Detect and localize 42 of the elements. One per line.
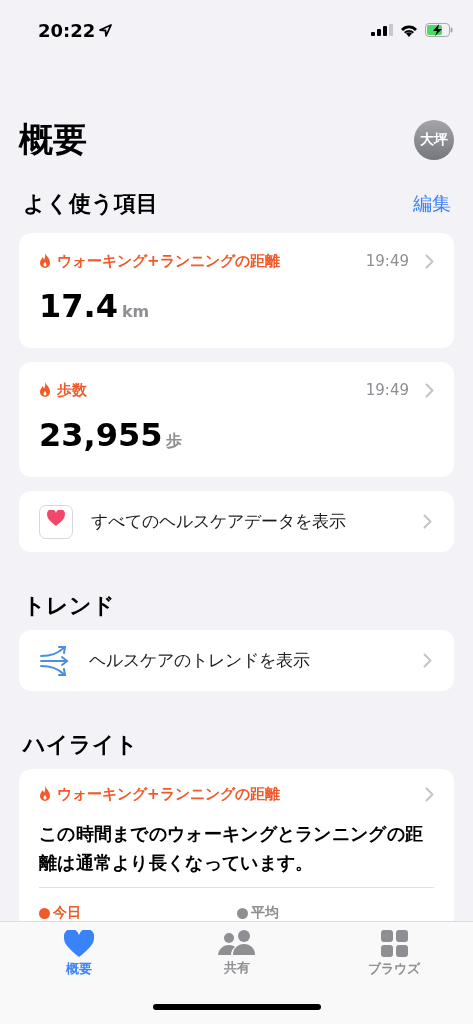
- row-label: すべてのヘルスケアデータを表示: [91, 510, 347, 533]
- metric-unit: 歩: [166, 431, 183, 452]
- heart-app-icon: [39, 504, 73, 539]
- grid-icon: [380, 930, 408, 957]
- location-arrow-icon: [99, 23, 113, 37]
- chevron-icon: [425, 253, 434, 269]
- highlight-text: この時間までのウォーキングとランニングの距離は通常より長くなっています。: [39, 819, 434, 888]
- heart-icon: [63, 930, 94, 957]
- flame-icon: [39, 253, 51, 269]
- wifi-icon: [400, 23, 418, 37]
- metric-unit: km: [121, 302, 150, 321]
- flame-icon: [39, 786, 51, 802]
- trend-arrows-icon: [39, 643, 71, 678]
- highlight-card[interactable]: ウォーキング+ランニングの距離 この時間までのウォーキングとランニングの距離は通常より長くなっています。 今日 平均: [19, 769, 454, 921]
- section-title: ハイライト: [23, 731, 138, 759]
- chevron-icon: [423, 653, 432, 668]
- status-time: 20:22: [38, 19, 96, 41]
- section-title: トレンド: [23, 592, 115, 620]
- metric-card[interactable]: 歩数 19:49 23,955 歩: [19, 362, 454, 477]
- chevron-icon: [423, 514, 432, 529]
- people-icon: [217, 930, 256, 956]
- trends-row[interactable]: ヘルスケアのトレンドを表示: [19, 630, 454, 691]
- section-title: よく使う項目: [23, 190, 158, 218]
- row-label: ヘルスケアのトレンドを表示: [89, 649, 311, 672]
- battery-charging-icon: [425, 23, 453, 37]
- metric-time: 19:49: [365, 381, 409, 399]
- signal-icon: [371, 24, 393, 36]
- metric-value: 23,955: [39, 416, 163, 454]
- legend-label: 今日: [53, 904, 81, 921]
- metric-time: 19:49: [365, 252, 409, 270]
- tab[interactable]: 概要: [0, 930, 158, 978]
- page-title: 概要: [19, 118, 87, 161]
- all-data-row[interactable]: すべてのヘルスケアデータを表示: [19, 491, 454, 552]
- metric-card[interactable]: ウォーキング+ランニングの距離 19:49 17.4 km: [19, 233, 454, 348]
- chevron-icon: [425, 382, 434, 398]
- flame-icon: [39, 382, 51, 398]
- metric-value: 17.4: [39, 287, 118, 325]
- chevron-icon: [425, 786, 434, 802]
- legend-label: 平均: [250, 904, 279, 921]
- metric-title: ウォーキング+ランニングの距離: [57, 251, 281, 271]
- metric-title: 歩数: [57, 380, 88, 400]
- highlight-title: ウォーキング+ランニングの距離: [57, 784, 281, 804]
